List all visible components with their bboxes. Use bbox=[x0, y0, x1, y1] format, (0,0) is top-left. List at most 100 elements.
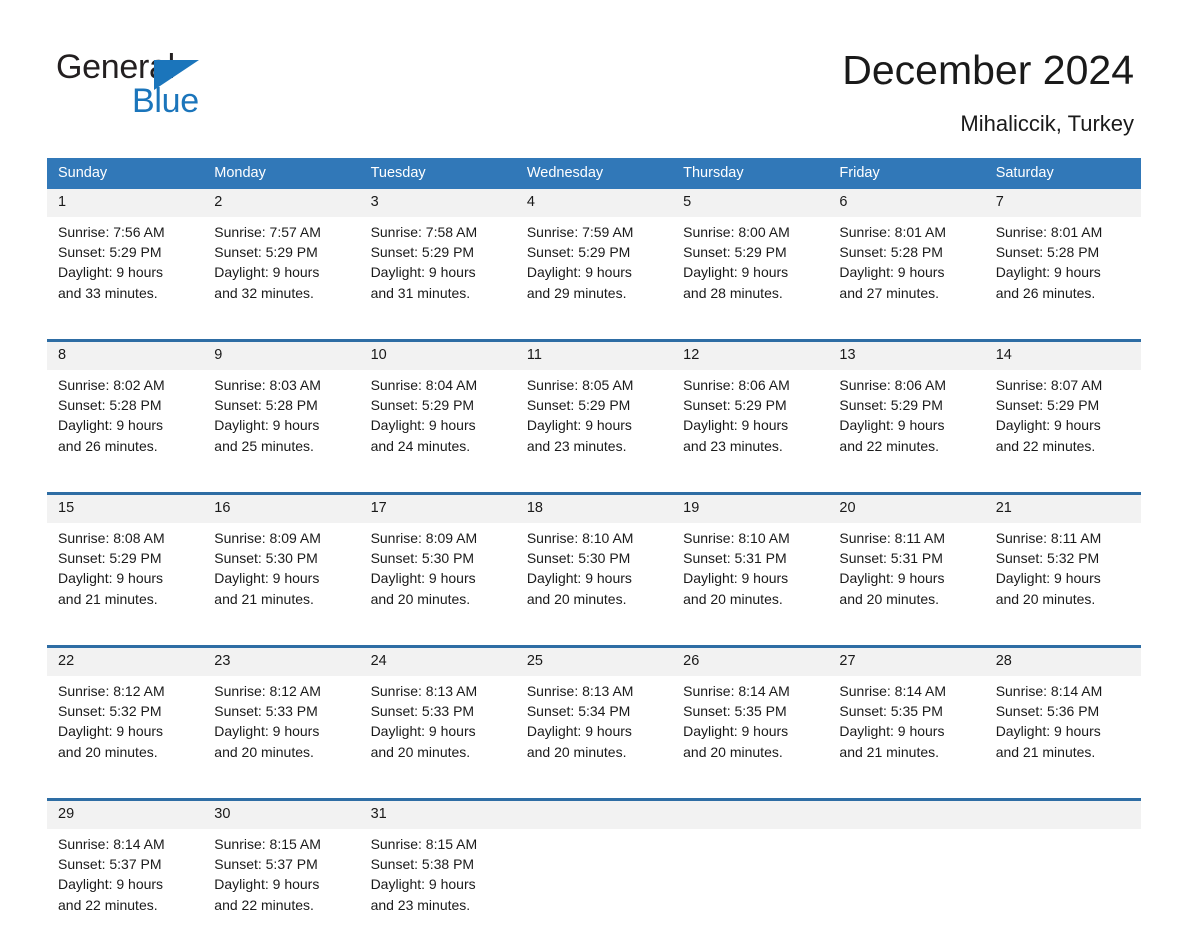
sunset-text: Sunset: 5:32 PM bbox=[58, 703, 162, 720]
daylight-text-line2: and 20 minutes. bbox=[526, 590, 627, 607]
daylight-text-line1: Daylight: 9 hours bbox=[683, 723, 789, 740]
day-cell[interactable]: Sunrise: 8:07 AM Sunset: 5:29 PM Daylight:… bbox=[984, 370, 1141, 481]
day-cell[interactable]: Sunrise: 7:57 AM Sunset: 5:29 PM Daylight:… bbox=[203, 217, 360, 328]
day-number[interactable]: 14 bbox=[984, 339, 1141, 370]
daylight-text-line2: and 26 minutes. bbox=[995, 284, 1096, 301]
day-number[interactable]: 23 bbox=[203, 645, 360, 676]
generalblue-logo[interactable]: General Blue bbox=[56, 48, 316, 120]
daylight-text-line1: Daylight: 9 hours bbox=[526, 570, 632, 587]
day-cell[interactable]: Sunrise: 7:59 AM Sunset: 5:29 PM Daylight:… bbox=[515, 217, 673, 328]
daylight-text-line2: and 22 minutes. bbox=[839, 437, 940, 454]
week-detail-row: Sunrise: 8:02 AM Sunset: 5:28 PM Daylight:… bbox=[47, 370, 1141, 481]
day-cell[interactable]: Sunrise: 8:11 AM Sunset: 5:32 PM Daylight:… bbox=[984, 523, 1141, 634]
day-number[interactable]: 7 bbox=[984, 189, 1141, 217]
daylight-text-line1: Daylight: 9 hours bbox=[839, 723, 945, 740]
day-number[interactable]: 30 bbox=[203, 798, 360, 829]
day-cell[interactable]: Sunrise: 8:03 AM Sunset: 5:28 PM Daylight:… bbox=[203, 370, 360, 481]
daylight-text-line1: Daylight: 9 hours bbox=[214, 876, 320, 893]
daylight-text-line2: and 23 minutes. bbox=[683, 437, 783, 454]
week-spacer-cell bbox=[47, 787, 1141, 800]
day-number[interactable]: 9 bbox=[203, 339, 360, 370]
day-cell[interactable]: Sunrise: 8:13 AM Sunset: 5:34 PM Daylight:… bbox=[515, 676, 673, 787]
day-number[interactable]: 22 bbox=[47, 645, 204, 676]
daylight-text-line1: Daylight: 9 hours bbox=[370, 264, 476, 281]
day-number[interactable]: 8 bbox=[47, 339, 204, 370]
day-cell[interactable]: Sunrise: 8:04 AM Sunset: 5:29 PM Daylight:… bbox=[359, 370, 516, 481]
day-cell[interactable]: Sunrise: 8:10 AM Sunset: 5:31 PM Daylight:… bbox=[672, 523, 829, 634]
sunrise-text: Sunrise: 8:09 AM bbox=[370, 530, 478, 546]
sunset-text: Sunset: 5:29 PM bbox=[526, 397, 631, 414]
day-number[interactable]: 25 bbox=[515, 645, 673, 676]
day-cell[interactable]: Sunrise: 7:56 AM Sunset: 5:29 PM Daylight:… bbox=[47, 217, 204, 328]
day-number[interactable]: 21 bbox=[984, 492, 1141, 523]
sunset-text: Sunset: 5:30 PM bbox=[526, 550, 631, 567]
daylight-text-line2: and 20 minutes. bbox=[370, 590, 471, 607]
day-number-empty bbox=[984, 798, 1141, 829]
day-cell[interactable]: Sunrise: 8:14 AM Sunset: 5:37 PM Daylight:… bbox=[47, 829, 204, 940]
day-cell[interactable]: Sunrise: 8:09 AM Sunset: 5:30 PM Daylight:… bbox=[359, 523, 516, 634]
sunset-text: Sunset: 5:29 PM bbox=[58, 550, 162, 567]
week-spacer-cell bbox=[47, 328, 1141, 341]
daylight-text-line1: Daylight: 9 hours bbox=[214, 264, 320, 281]
sunset-text: Sunset: 5:28 PM bbox=[839, 244, 943, 261]
day-number[interactable]: 6 bbox=[828, 189, 985, 217]
day-number[interactable]: 13 bbox=[828, 339, 985, 370]
day-number[interactable]: 27 bbox=[828, 645, 985, 676]
day-cell[interactable]: Sunrise: 8:06 AM Sunset: 5:29 PM Daylight:… bbox=[828, 370, 985, 481]
day-number[interactable]: 24 bbox=[359, 645, 516, 676]
day-cell[interactable]: Sunrise: 8:09 AM Sunset: 5:30 PM Daylight:… bbox=[203, 523, 360, 634]
daylight-text-line2: and 25 minutes. bbox=[214, 437, 314, 454]
day-cell[interactable]: Sunrise: 8:00 AM Sunset: 5:29 PM Daylight:… bbox=[672, 217, 829, 328]
weekday-header-tuesday: Tuesday bbox=[359, 158, 516, 189]
day-cell[interactable]: Sunrise: 8:12 AM Sunset: 5:32 PM Daylight:… bbox=[47, 676, 204, 787]
day-cell[interactable]: Sunrise: 8:14 AM Sunset: 5:35 PM Daylight:… bbox=[828, 676, 985, 787]
day-number[interactable]: 11 bbox=[515, 339, 673, 370]
day-number[interactable]: 18 bbox=[515, 492, 673, 523]
daylight-text-line1: Daylight: 9 hours bbox=[214, 417, 320, 434]
day-cell[interactable]: Sunrise: 8:01 AM Sunset: 5:28 PM Daylight:… bbox=[984, 217, 1141, 328]
day-number[interactable]: 17 bbox=[359, 492, 516, 523]
day-number[interactable]: 28 bbox=[984, 645, 1141, 676]
day-number[interactable]: 26 bbox=[672, 645, 829, 676]
day-number[interactable]: 5 bbox=[672, 189, 829, 217]
day-cell[interactable]: Sunrise: 8:13 AM Sunset: 5:33 PM Daylight:… bbox=[359, 676, 516, 787]
day-number[interactable]: 29 bbox=[47, 798, 204, 829]
sunrise-text: Sunrise: 8:06 AM bbox=[839, 377, 947, 393]
day-number[interactable]: 19 bbox=[672, 492, 829, 523]
day-cell[interactable]: Sunrise: 8:08 AM Sunset: 5:29 PM Daylight:… bbox=[47, 523, 204, 634]
day-cell[interactable]: Sunrise: 8:14 AM Sunset: 5:36 PM Daylight:… bbox=[984, 676, 1141, 787]
day-cell[interactable]: Sunrise: 8:10 AM Sunset: 5:30 PM Daylight:… bbox=[515, 523, 673, 634]
daylight-text-line2: and 20 minutes. bbox=[995, 590, 1096, 607]
day-cell[interactable]: Sunrise: 8:05 AM Sunset: 5:29 PM Daylight:… bbox=[515, 370, 673, 481]
day-cell[interactable]: Sunrise: 8:15 AM Sunset: 5:38 PM Daylight:… bbox=[359, 829, 516, 940]
day-cell[interactable]: Sunrise: 8:11 AM Sunset: 5:31 PM Daylight:… bbox=[828, 523, 985, 634]
week-detail-row: Sunrise: 8:12 AM Sunset: 5:32 PM Daylight:… bbox=[47, 676, 1141, 787]
day-number[interactable]: 16 bbox=[203, 492, 360, 523]
day-number[interactable]: 4 bbox=[515, 189, 673, 217]
day-cell[interactable]: Sunrise: 8:15 AM Sunset: 5:37 PM Daylight:… bbox=[203, 829, 360, 940]
day-number[interactable]: 3 bbox=[359, 189, 516, 217]
day-number[interactable]: 31 bbox=[359, 798, 516, 829]
day-cell[interactable]: Sunrise: 8:02 AM Sunset: 5:28 PM Daylight:… bbox=[47, 370, 204, 481]
week-spacer-cell bbox=[47, 481, 1141, 494]
day-number[interactable]: 15 bbox=[47, 492, 204, 523]
sunrise-text: Sunrise: 8:04 AM bbox=[370, 377, 478, 393]
day-number[interactable]: 20 bbox=[828, 492, 985, 523]
day-cell[interactable]: Sunrise: 7:58 AM Sunset: 5:29 PM Daylight:… bbox=[359, 217, 516, 328]
sunrise-text: Sunrise: 7:58 AM bbox=[370, 224, 478, 240]
day-cell[interactable]: Sunrise: 8:14 AM Sunset: 5:35 PM Daylight:… bbox=[672, 676, 829, 787]
day-number[interactable]: 10 bbox=[359, 339, 516, 370]
day-number[interactable]: 1 bbox=[47, 189, 204, 217]
day-cell[interactable]: Sunrise: 8:01 AM Sunset: 5:28 PM Daylight:… bbox=[828, 217, 985, 328]
day-cell[interactable]: Sunrise: 8:06 AM Sunset: 5:29 PM Daylight:… bbox=[672, 370, 829, 481]
daylight-text-line1: Daylight: 9 hours bbox=[839, 264, 945, 281]
day-cell[interactable]: Sunrise: 8:12 AM Sunset: 5:33 PM Daylight:… bbox=[203, 676, 360, 787]
weekday-header-friday: Friday bbox=[828, 158, 985, 189]
day-number[interactable]: 2 bbox=[203, 189, 360, 217]
day-number[interactable]: 12 bbox=[672, 339, 829, 370]
sunset-text: Sunset: 5:31 PM bbox=[683, 550, 787, 567]
daylight-text-line1: Daylight: 9 hours bbox=[370, 417, 476, 434]
day-cell-empty bbox=[828, 829, 985, 940]
sunrise-text: Sunrise: 8:05 AM bbox=[526, 377, 634, 393]
daylight-text-line2: and 32 minutes. bbox=[214, 284, 314, 301]
